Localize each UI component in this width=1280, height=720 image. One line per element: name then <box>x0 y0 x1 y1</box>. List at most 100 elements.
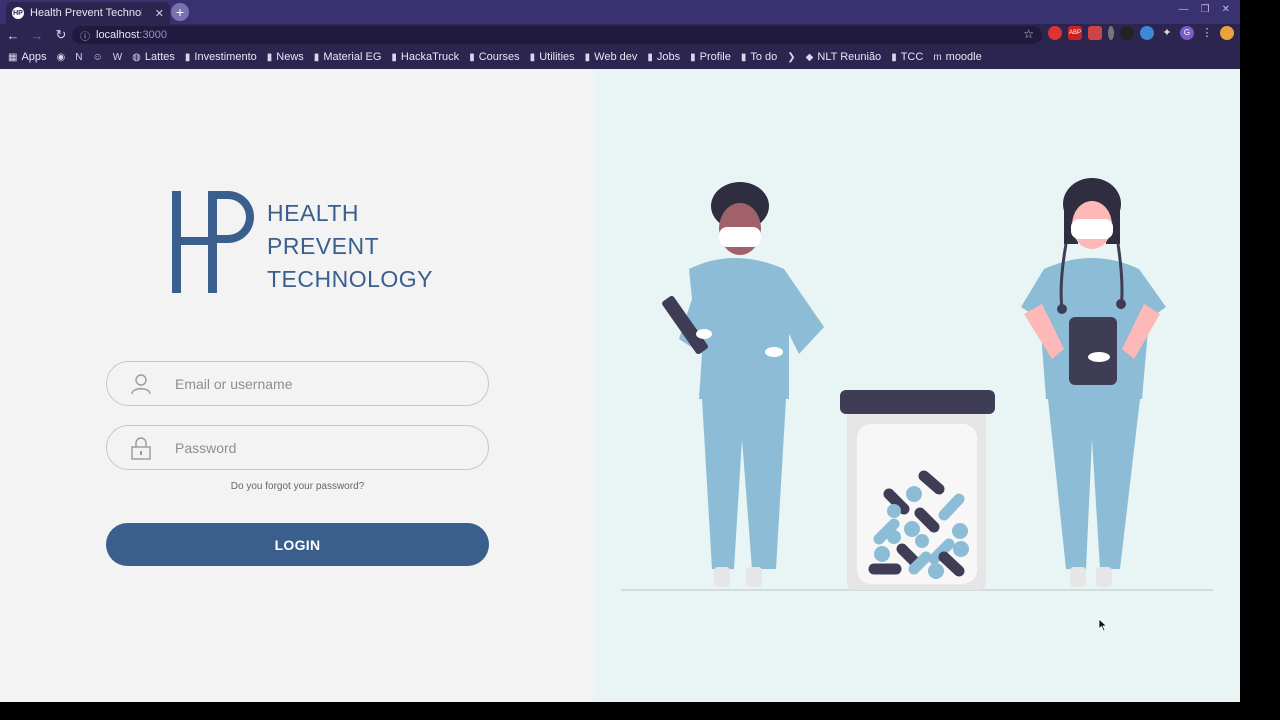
bookmark-item[interactable]: ▮ Web dev <box>585 51 638 63</box>
bookmark-item[interactable]: N <box>75 52 82 63</box>
forward-icon[interactable]: → <box>26 28 48 43</box>
bookmark-label: Web dev <box>594 51 638 63</box>
folder-icon: ▮ <box>584 51 591 63</box>
new-tab-button[interactable]: + <box>171 3 189 21</box>
login-button[interactable]: LOGIN <box>106 523 489 566</box>
info-icon[interactable]: ⓘ <box>80 28 90 43</box>
extensions-puzzle-icon[interactable]: ✦ <box>1160 26 1174 40</box>
login-panel: HEALTH PREVENT TECHNOLOGY Do you forgot … <box>0 69 594 702</box>
brand-line-3: TECHNOLOGY <box>267 266 434 292</box>
bookmark-label: Material EG <box>323 51 382 63</box>
folder-icon: ▮ <box>529 51 536 63</box>
bookmark-item[interactable]: ◉ <box>57 52 66 63</box>
tab-close-icon[interactable]: ✕ <box>155 7 164 20</box>
folder-icon: ▮ <box>266 51 273 63</box>
url-text: localhost:3000 <box>96 29 167 41</box>
tab-title: Health Prevent Technolog <box>30 7 142 19</box>
globe-icon: ◍ <box>132 51 141 63</box>
tab-strip: HP Health Prevent Technolog ✕ + — ❐ ✕ <box>0 0 1240 24</box>
menu-dots-icon[interactable]: ⋮ <box>1200 26 1214 40</box>
bookmark-item[interactable]: ◍ Lattes <box>132 51 175 63</box>
login-page: HEALTH PREVENT TECHNOLOGY Do you forgot … <box>0 69 1240 702</box>
bookmark-item[interactable]: ▮ Profile <box>690 51 731 63</box>
extension-shield-icon[interactable] <box>1140 26 1154 40</box>
folder-icon: ▮ <box>184 51 191 63</box>
browser-chrome: HP Health Prevent Technolog ✕ + — ❐ ✕ ← … <box>0 0 1240 69</box>
moodle-icon: m <box>933 51 942 63</box>
brand-line-1: HEALTH <box>267 200 360 226</box>
lock-icon <box>131 437 151 460</box>
bookmark-label: Courses <box>478 51 520 63</box>
close-window-icon[interactable]: ✕ <box>1222 4 1230 15</box>
bookmark-label: Jobs <box>656 51 681 63</box>
extension-small-icon[interactable] <box>1108 26 1114 40</box>
folder-icon: ▮ <box>740 51 747 63</box>
reload-icon[interactable]: ↻ <box>50 27 72 43</box>
bookmark-star-icon[interactable]: ☆ <box>1023 27 1034 41</box>
netflix-icon: N <box>75 51 83 63</box>
vscode-icon: ❯ <box>787 51 796 63</box>
password-field[interactable] <box>106 425 489 470</box>
bookmark-label: Apps <box>21 51 47 63</box>
bookmark-item[interactable]: ▮ HackaTruck <box>391 51 459 63</box>
bookmark-item[interactable]: ▮ To do <box>741 51 777 63</box>
bookmark-item[interactable]: ▮ TCC <box>891 51 923 63</box>
tab-favicon-icon: HP <box>12 7 24 19</box>
email-input[interactable] <box>169 362 409 405</box>
folder-icon: ▮ <box>891 51 897 63</box>
back-icon[interactable]: ← <box>2 28 24 43</box>
smile-icon: ☺ <box>92 51 103 63</box>
bookmark-label: Utilities <box>539 51 575 63</box>
folder-icon: ▮ <box>647 51 653 63</box>
bookmark-item[interactable]: ▮ Courses <box>469 51 519 63</box>
window-controls: — ❐ ✕ <box>1179 4 1230 15</box>
mouse-cursor-icon <box>1098 618 1108 632</box>
email-field[interactable] <box>106 361 489 406</box>
update-icon[interactable] <box>1220 26 1234 40</box>
pill-jar <box>840 390 995 590</box>
forgot-password-link[interactable]: Do you forgot your password? <box>106 481 489 492</box>
bookmark-label: moodle <box>945 51 982 63</box>
bookmark-label: NLT Reunião <box>817 51 882 63</box>
bookmark-label: Profile <box>699 51 731 63</box>
bookmark-label: TCC <box>900 51 924 63</box>
bookmark-item[interactable]: ▮ Material EG <box>314 51 382 63</box>
bookmark-item[interactable]: ▮ Investimento <box>185 51 257 63</box>
bookmark-item[interactable]: ▮ Jobs <box>647 51 680 63</box>
password-input[interactable] <box>169 426 409 469</box>
folder-icon: ▮ <box>690 51 696 63</box>
extension-dark-icon[interactable] <box>1120 26 1134 40</box>
bookmark-item[interactable]: ◆ NLT Reunião <box>806 51 882 63</box>
hp-monogram-icon <box>172 191 254 293</box>
minimize-icon[interactable]: — <box>1179 4 1189 15</box>
bookmark-label: To do <box>750 51 778 63</box>
folder-icon: ▮ <box>391 51 397 63</box>
brand-logo: HEALTH PREVENT TECHNOLOGY <box>170 187 440 297</box>
bookmark-item[interactable]: W <box>113 52 122 63</box>
extension-box-icon[interactable] <box>1088 26 1102 40</box>
bookmark-item[interactable]: ▮ News <box>267 51 304 63</box>
doctors-illustration <box>621 178 1213 591</box>
left-doctor-figure <box>662 182 824 587</box>
url-host: localhost <box>96 29 140 41</box>
bookmark-item[interactable]: ▦ Apps <box>8 51 47 63</box>
address-bar[interactable]: ⓘ localhost:3000 ☆ <box>72 26 1042 44</box>
user-icon <box>131 374 151 395</box>
bookmark-item[interactable]: ❯ <box>787 52 795 63</box>
brand-line-2: PREVENT <box>267 233 380 259</box>
browser-tab[interactable]: HP Health Prevent Technolog ✕ <box>6 2 170 24</box>
bookmark-item[interactable]: ☺ <box>93 52 103 63</box>
bookmarks-bar: ▦ Apps ◉ N ☺ W ◍ Lattes ▮ Investimento ▮ News ▮ Mater… <box>0 46 1240 68</box>
extension-red-icon[interactable] <box>1048 26 1062 40</box>
brand-name: HEALTH PREVENT TECHNOLOGY <box>267 197 433 296</box>
bookmark-label: News <box>276 51 304 63</box>
right-doctor-figure <box>1021 178 1166 587</box>
restore-icon[interactable]: ❐ <box>1201 4 1210 15</box>
adblock-icon[interactable]: ABP <box>1068 26 1082 40</box>
grid-icon: ▦ <box>8 51 18 63</box>
bookmark-label: Lattes <box>144 51 175 63</box>
extensions-area: ABP ✦ G ⋮ <box>1048 26 1234 40</box>
bookmark-item[interactable]: m moodle <box>933 51 981 63</box>
bookmark-item[interactable]: ▮ Utilities <box>530 51 575 63</box>
profile-avatar-icon[interactable]: G <box>1180 26 1194 40</box>
